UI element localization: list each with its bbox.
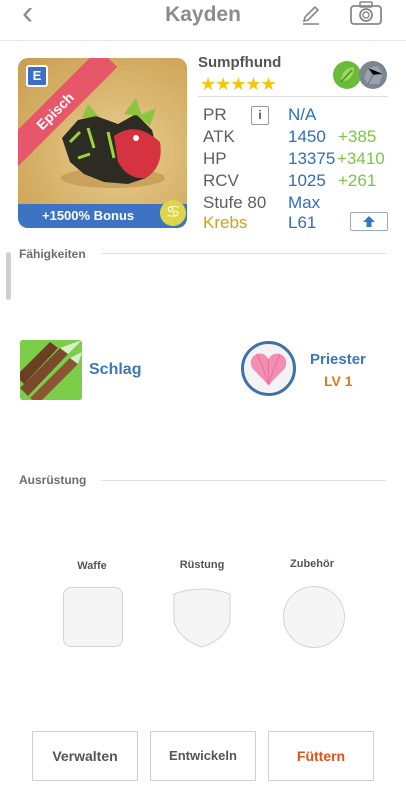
monster-name: Sumpfhund <box>198 54 282 71</box>
skill-name-active[interactable]: Schlag <box>89 361 141 379</box>
stat-label-level: Stufe 80 <box>203 193 267 212</box>
info-icon[interactable]: i <box>251 106 269 125</box>
pencil-icon[interactable] <box>300 4 322 26</box>
weapon-label: Waffe <box>77 560 107 572</box>
accessory-slot[interactable] <box>283 586 345 648</box>
stat-label-rcv: RCV <box>203 171 239 190</box>
stat-value-rcv: 1025 <box>288 171 326 190</box>
skill-name-passive[interactable]: Priester <box>310 351 366 368</box>
cancer-zodiac-icon: ♋ <box>160 200 186 226</box>
monster-card[interactable]: Episch E +1500% Bonus ♋ <box>18 58 187 228</box>
stat-label-pr: PR <box>203 105 227 124</box>
skill-level: LV 1 <box>324 373 353 389</box>
manage-button[interactable]: Verwalten <box>32 731 138 781</box>
stat-label-atk: ATK <box>203 127 235 146</box>
upgrade-arrow-icon[interactable] <box>350 212 388 231</box>
scrollbar[interactable] <box>6 252 11 300</box>
rock-icon <box>359 61 387 89</box>
stat-bonus-atk: +385 <box>338 127 377 146</box>
zodiac-label: Krebs <box>203 213 248 232</box>
slash-skill-icon[interactable] <box>20 340 82 400</box>
armor-label: Rüstung <box>179 559 225 571</box>
star-rating: ★★★★★ <box>200 74 277 94</box>
equipment-section-title: Ausrüstung <box>19 473 87 487</box>
stat-label-hp: HP <box>203 149 227 168</box>
divider <box>101 480 386 481</box>
rarity-badge: E <box>26 65 48 87</box>
zodiac-level: L61 <box>288 213 317 232</box>
stat-value-atk: 1450 <box>288 127 326 146</box>
skills-section-title: Fähigkeiten <box>19 247 86 261</box>
heart-skill-icon[interactable] <box>241 341 296 396</box>
weapon-slot[interactable] <box>63 587 123 647</box>
divider <box>198 96 388 97</box>
accessory-label: Zubehör <box>290 558 334 570</box>
top-bar: ‹ Kayden <box>0 0 406 41</box>
stat-bonus-rcv: +261 <box>338 171 377 190</box>
camera-icon[interactable] <box>349 0 383 26</box>
evolve-button[interactable]: Entwickeln <box>150 731 256 781</box>
stat-bonus-hp: +3410 <box>337 149 385 168</box>
armor-slot[interactable] <box>172 586 232 648</box>
stat-value-pr: N/A <box>288 105 317 124</box>
divider <box>101 253 386 254</box>
page-title: Kayden <box>165 3 241 26</box>
stat-value-hp: 13375 <box>288 149 336 168</box>
feed-button[interactable]: Füttern <box>268 731 374 781</box>
stat-value-level: Max <box>288 193 321 212</box>
